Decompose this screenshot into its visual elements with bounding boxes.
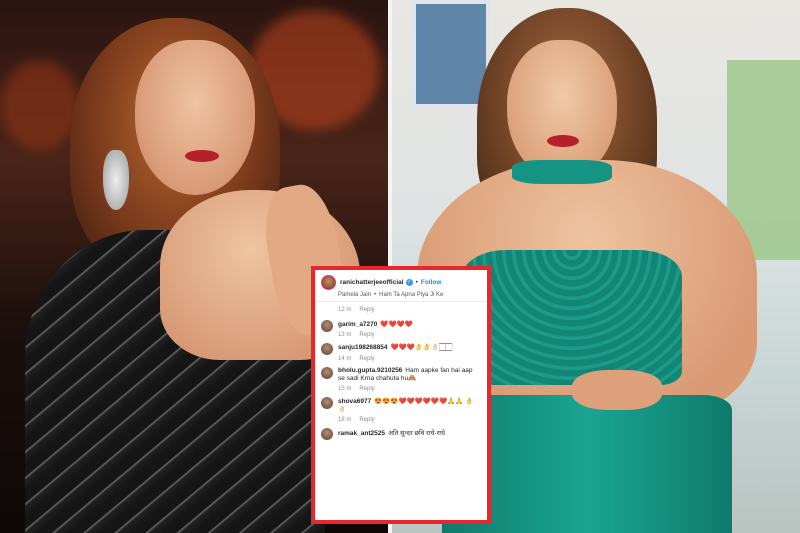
comment-time: 12 m [338, 307, 352, 313]
commenter-avatar[interactable] [321, 343, 333, 355]
comment-text: ❤️❤️❤️❤️ [380, 321, 413, 328]
face [135, 40, 255, 195]
reply-button[interactable]: Reply [359, 356, 374, 362]
separator-dot: • [415, 279, 418, 286]
comment-item: garim_a7270 ❤️❤️❤️❤️ 13 m Reply [315, 315, 487, 338]
instagram-comments-card: ranichatterjeeofficial ✓ • Follow Pamela… [311, 266, 491, 524]
face [507, 40, 617, 180]
comment-time: 18 m [338, 417, 352, 423]
post-header: ranichatterjeeofficial ✓ • Follow [315, 270, 487, 292]
comment-text: अति सुन्दर छवि राधे-राधे [387, 430, 445, 437]
earring [103, 150, 129, 210]
commenter-avatar[interactable] [321, 320, 333, 332]
comment-item: sanju198268854 ❤️❤️❤️👌👌👌🏻🏻🏻 14 m Reply [315, 338, 487, 362]
choker-neckline [512, 160, 612, 184]
commenter-username[interactable]: bholu.gupta.9210256 [338, 367, 402, 374]
comment-item: shova6977 😍😍😍❤️❤️❤️❤️❤️❤️🙏🙏 👌👌🏻 18 m Reply [315, 392, 487, 423]
separator-dot: • [374, 292, 377, 298]
reply-button[interactable]: Reply [359, 417, 374, 423]
comment-time: 15 m [338, 386, 352, 392]
comment-time: 14 m [338, 356, 352, 362]
commenter-avatar[interactable] [321, 397, 333, 409]
background-lights [0, 60, 80, 150]
hand-on-hip [572, 370, 662, 410]
commenter-username[interactable]: garim_a7270 [338, 321, 377, 328]
comment-item: ramak_ant2525 अति सुन्दर छवि राधे-राधे [315, 423, 487, 440]
comment-text: ❤️❤️❤️👌👌👌🏻🏻🏻 [390, 344, 453, 351]
commenter-username[interactable]: shova6977 [338, 398, 371, 405]
profile-avatar[interactable] [321, 275, 336, 290]
commenter-username[interactable]: ramak_ant2525 [338, 430, 385, 437]
lips [185, 150, 219, 162]
verified-badge-icon: ✓ [405, 279, 413, 286]
reply-button[interactable]: Reply [359, 307, 374, 313]
teal-top [462, 250, 682, 385]
post-username[interactable]: ranichatterjeeofficial [340, 279, 404, 286]
song-artist: Pamela Jain [338, 292, 372, 298]
reply-button[interactable]: Reply [359, 386, 374, 392]
commenter-username[interactable]: sanju198268854 [338, 344, 388, 351]
follow-button[interactable]: Follow [421, 279, 442, 286]
comment-time: 13 m [338, 332, 352, 338]
commenter-avatar[interactable] [321, 428, 333, 440]
comment-item: bholu.gupta.9210256 Ham aapke fan hai aap… [315, 362, 487, 392]
comment-meta: 12 m Reply [315, 302, 487, 315]
reply-button[interactable]: Reply [359, 332, 374, 338]
commenter-avatar[interactable] [321, 367, 333, 379]
audio-line[interactable]: Pamela Jain • Ham Ta Apna Piya Ji Ke [315, 292, 487, 301]
lips [547, 135, 579, 147]
song-title: Ham Ta Apna Piya Ji Ke [379, 292, 444, 298]
background-window [412, 0, 490, 108]
